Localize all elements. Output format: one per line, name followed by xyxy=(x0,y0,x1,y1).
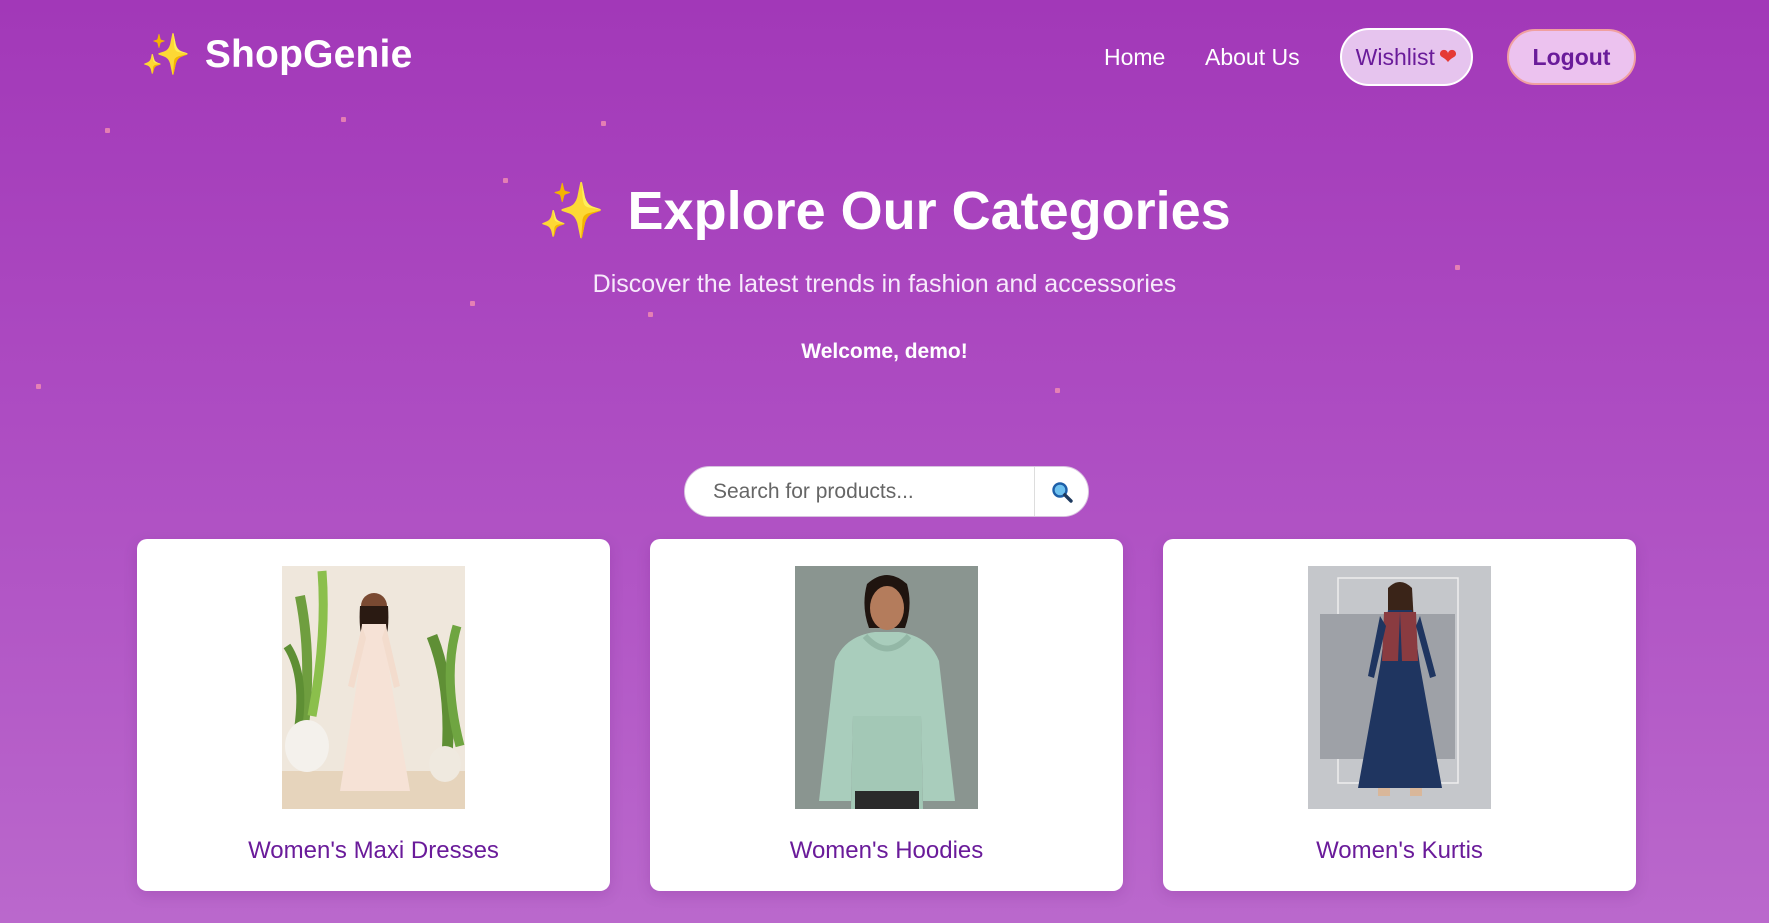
confetti-dot xyxy=(105,128,110,133)
confetti-dot xyxy=(1055,388,1060,393)
confetti-dot xyxy=(341,117,346,122)
brand-logo[interactable]: ✨ ShopGenie xyxy=(141,33,412,77)
wishlist-label: Wishlist xyxy=(1355,43,1435,70)
category-card-maxi-dresses[interactable]: Women's Maxi Dresses xyxy=(137,539,610,891)
search-bar xyxy=(684,466,1089,517)
wishlist-button[interactable]: Wishlist ❤ xyxy=(1340,28,1473,86)
kurti-photo xyxy=(1308,566,1491,809)
logout-button[interactable]: Logout xyxy=(1507,29,1636,85)
welcome-message: Welcome, demo! xyxy=(801,340,968,363)
brand-name: ShopGenie xyxy=(204,33,413,76)
sparkles-icon: ✨ xyxy=(141,33,191,77)
hoodie-photo xyxy=(795,566,978,809)
confetti-dot xyxy=(648,312,653,317)
confetti-dot xyxy=(470,301,475,306)
maxi-dress-photo xyxy=(282,566,465,809)
magnifier-icon xyxy=(1051,481,1073,503)
nav-home-link[interactable]: Home xyxy=(1104,44,1165,71)
sparkles-icon: ✨ xyxy=(538,181,606,241)
search-input[interactable] xyxy=(685,467,1034,516)
category-title: Women's Maxi Dresses xyxy=(248,837,499,864)
hero-subtitle: Discover the latest trends in fashion an… xyxy=(592,270,1177,298)
page-title: Explore Our Categories xyxy=(627,181,1231,241)
hero-heading: ✨ Explore Our Categories xyxy=(0,180,1769,242)
search-button[interactable] xyxy=(1034,467,1088,516)
top-navbar: ✨ ShopGenie Home About Us Wishlist ❤ Log… xyxy=(0,0,1769,115)
confetti-dot xyxy=(36,384,41,389)
nav-about-link[interactable]: About Us xyxy=(1205,44,1300,71)
category-title: Women's Kurtis xyxy=(1316,837,1483,864)
heart-icon: ❤ xyxy=(1438,44,1458,69)
category-title: Women's Hoodies xyxy=(789,837,984,864)
category-card-hoodies[interactable]: Women's Hoodies xyxy=(650,539,1123,891)
confetti-dot xyxy=(601,121,606,126)
category-card-kurtis[interactable]: Women's Kurtis xyxy=(1163,539,1636,891)
